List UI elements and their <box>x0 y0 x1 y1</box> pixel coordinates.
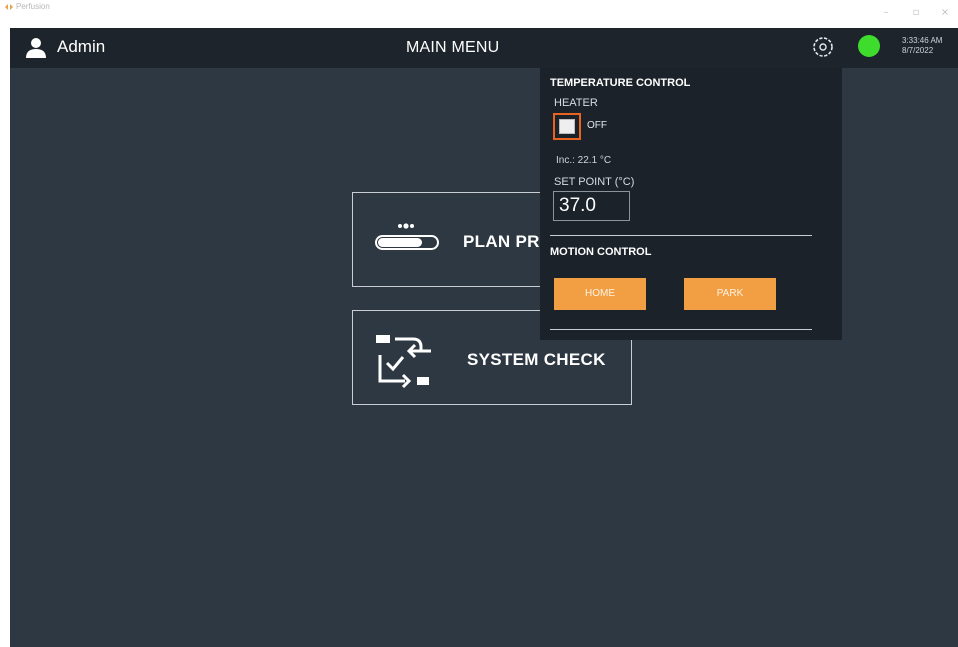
control-panel-popup: TEMPERATURE CONTROL HEATER OFF Inc.: 22.… <box>540 68 842 340</box>
setpoint-label: SET POINT (°C) <box>554 176 635 188</box>
title-bar: Perfusion – ▫ × <box>0 0 958 28</box>
motion-control-heading: MOTION CONTROL <box>550 246 652 258</box>
sequence-plan-icon <box>375 223 439 250</box>
app-name: Perfusion <box>16 2 50 11</box>
heater-state: OFF <box>587 120 607 131</box>
heater-toggle-knob <box>559 119 575 134</box>
close-icon[interactable]: × <box>932 0 958 26</box>
heater-toggle[interactable] <box>553 113 581 140</box>
clock-time: 3:33:46 AM <box>902 36 943 45</box>
app-window: Perfusion – ▫ × Admin MAIN MENU 3:33:46 … <box>0 0 958 647</box>
heater-label: HEATER <box>554 97 598 109</box>
system-check-label: SYSTEM CHECK <box>467 350 606 369</box>
minimize-icon[interactable]: – <box>873 0 899 26</box>
app-logo-icon <box>5 4 13 10</box>
setpoint-input[interactable] <box>553 191 630 221</box>
top-bar: Admin MAIN MENU 3:33:46 AM 8/7/2022 <box>10 28 958 68</box>
status-indicator <box>858 35 880 57</box>
system-check-icon <box>376 335 431 389</box>
divider <box>550 235 812 236</box>
user-icon <box>26 38 46 58</box>
maximize-icon[interactable]: ▫ <box>903 0 929 26</box>
clock-date: 8/7/2022 <box>902 46 934 55</box>
home-button[interactable]: HOME <box>554 278 646 310</box>
park-button[interactable]: PARK <box>684 278 776 310</box>
page-title: MAIN MENU <box>406 39 500 56</box>
divider <box>550 329 812 330</box>
incubator-temperature: Inc.: 22.1 °C <box>556 155 612 166</box>
gear-icon[interactable] <box>810 34 836 60</box>
user-name: Admin <box>57 37 106 56</box>
plan-procedure-label: PLAN PR <box>463 232 540 251</box>
main-app: Admin MAIN MENU 3:33:46 AM 8/7/2022 PLAN… <box>10 28 958 647</box>
temperature-control-heading: TEMPERATURE CONTROL <box>550 77 691 89</box>
